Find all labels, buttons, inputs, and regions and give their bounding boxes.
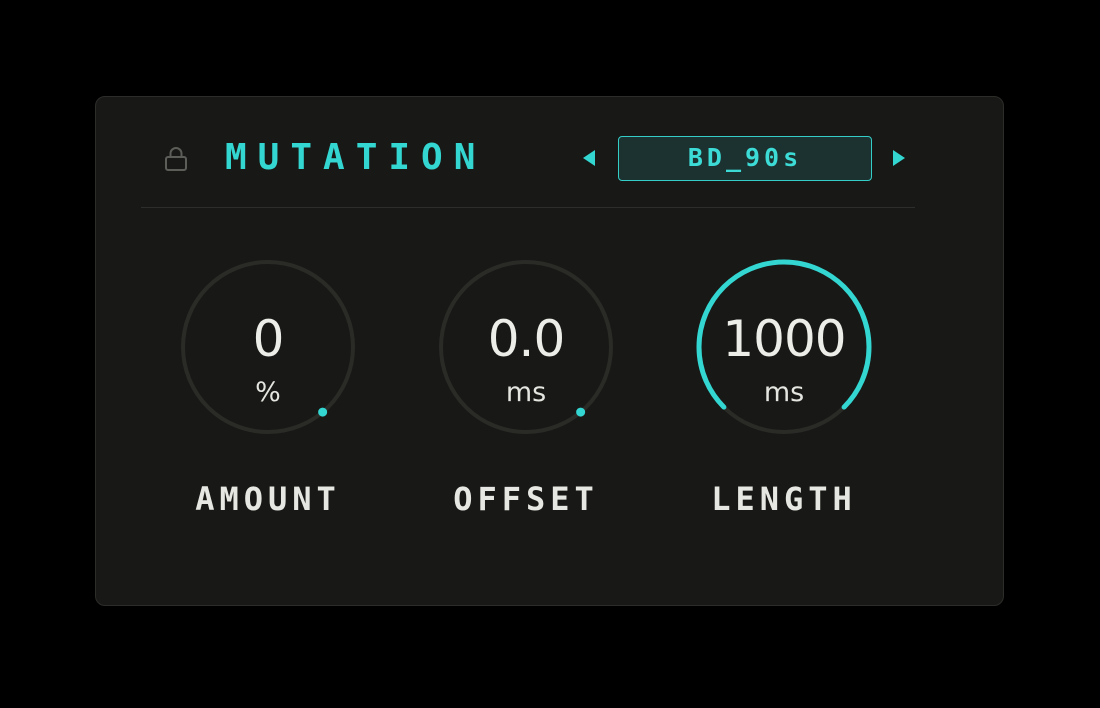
header-divider — [141, 207, 915, 208]
amount-unit: % — [255, 377, 281, 408]
offset-unit: ms — [505, 377, 547, 408]
mutation-panel: MUTATION BD_90s 0 % AMOUNT 0.0 ms OFFSET… — [95, 96, 1004, 606]
preset-name-display[interactable]: BD_90s — [618, 136, 872, 181]
preset-prev-button[interactable] — [580, 147, 598, 169]
preset-next-button[interactable] — [890, 147, 908, 169]
amount-value: 0 — [252, 310, 285, 368]
module-title: MUTATION — [225, 137, 487, 178]
length-knob[interactable]: 1000 ms — [693, 256, 875, 438]
triangle-left-icon — [583, 150, 595, 166]
lock-icon[interactable] — [164, 146, 188, 172]
length-label: LENGTH — [711, 480, 857, 518]
amount-knob[interactable]: 0 % — [177, 256, 359, 438]
triangle-right-icon — [893, 150, 905, 166]
offset-knob[interactable]: 0.0 ms — [435, 256, 617, 438]
length-value: 1000 — [722, 310, 846, 368]
offset-value: 0.0 — [487, 310, 566, 368]
length-unit: ms — [763, 377, 805, 408]
offset-label: OFFSET — [453, 480, 599, 518]
amount-label: AMOUNT — [195, 480, 341, 518]
